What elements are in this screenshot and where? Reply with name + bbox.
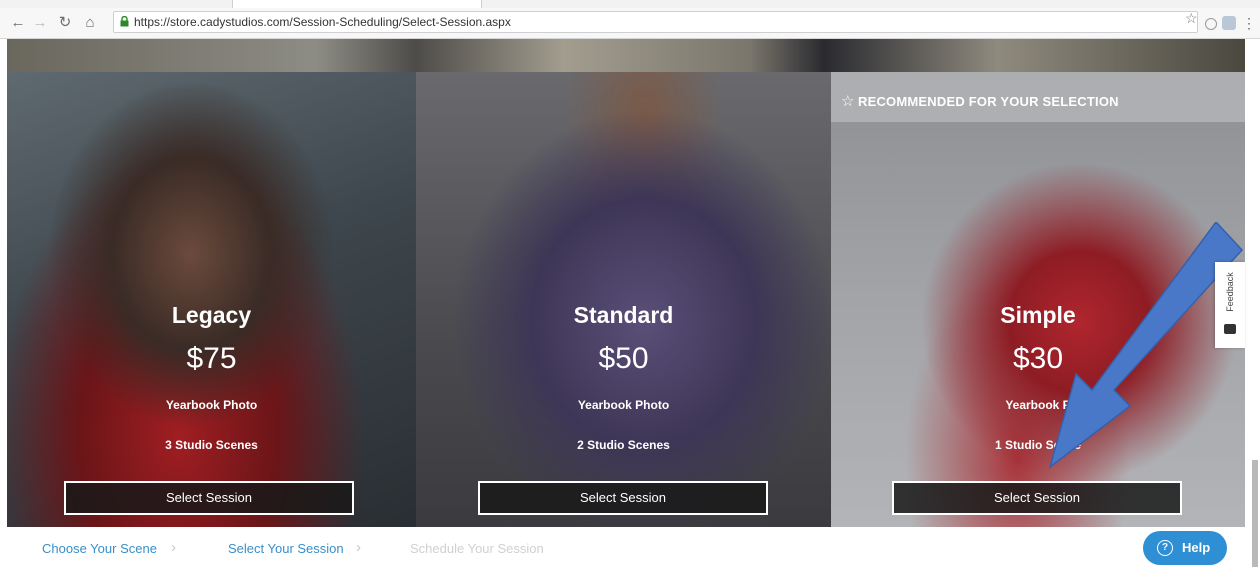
card-title: Standard: [573, 302, 674, 328]
lock-icon: [120, 16, 129, 27]
home-icon[interactable]: ⌂: [80, 12, 100, 34]
card-feature: Yearbook Photo: [577, 398, 670, 412]
address-bar[interactable]: https://store.cadystudios.com/Session-Sc…: [113, 11, 1198, 33]
feedback-icon: [1224, 324, 1236, 334]
recommended-banner: ☆ RECOMMENDED FOR YOUR SELECTION: [831, 72, 1245, 122]
select-session-button-standard[interactable]: Select Session: [478, 481, 768, 515]
help-button[interactable]: ? Help: [1143, 531, 1227, 565]
back-icon[interactable]: ←: [8, 12, 28, 34]
breadcrumb-select-session[interactable]: Select Your Session: [228, 541, 344, 556]
extension-circle-icon[interactable]: [1205, 18, 1217, 30]
browser-tab[interactable]: [232, 0, 482, 8]
feedback-tab[interactable]: Feedback: [1215, 262, 1245, 348]
breadcrumb: Choose Your Scene › Select Your Session …: [0, 530, 1260, 567]
question-icon: ?: [1157, 540, 1173, 556]
card-feature: Yearbook Photo: [165, 398, 258, 412]
help-label: Help: [1182, 540, 1211, 555]
browser-menu-icon[interactable]: ⋮: [1242, 16, 1256, 30]
forward-icon[interactable]: →: [30, 12, 50, 34]
session-card-standard: Standard $50 Yearbook Photo 2 Studio Sce…: [416, 72, 831, 527]
bookmark-star-icon[interactable]: ☆: [1185, 10, 1198, 27]
card-title: Legacy: [171, 302, 252, 328]
annotation-arrow-icon: [1048, 222, 1244, 469]
recommended-label: RECOMMENDED FOR YOUR SELECTION: [858, 94, 1119, 109]
extension-icon[interactable]: [1222, 16, 1236, 30]
select-session-button-simple[interactable]: Select Session: [892, 481, 1182, 515]
breadcrumb-choose-scene[interactable]: Choose Your Scene: [42, 541, 157, 556]
tab-strip: [0, 0, 1260, 8]
session-card-legacy: Legacy $75 Yearbook Photo 3 Studio Scene…: [7, 72, 416, 527]
star-outline-icon: ☆: [841, 93, 855, 110]
select-session-button-legacy[interactable]: Select Session: [64, 481, 354, 515]
card-feature: 3 Studio Scenes: [165, 438, 258, 452]
reload-icon[interactable]: ↻: [55, 12, 75, 34]
card-price: $75: [186, 342, 237, 375]
breadcrumb-schedule-session: Schedule Your Session: [410, 541, 544, 556]
chevron-right-icon: ›: [356, 539, 361, 556]
url-text: https://store.cadystudios.com/Session-Sc…: [134, 15, 511, 29]
browser-toolbar: ← → ↻ ⌂ https://store.cadystudios.com/Se…: [0, 8, 1260, 39]
chevron-right-icon: ›: [171, 539, 176, 556]
card-feature: 2 Studio Scenes: [577, 438, 670, 452]
card-price: $50: [598, 342, 649, 375]
hero-photo: [7, 39, 1245, 72]
feedback-label: Feedback: [1225, 272, 1235, 312]
